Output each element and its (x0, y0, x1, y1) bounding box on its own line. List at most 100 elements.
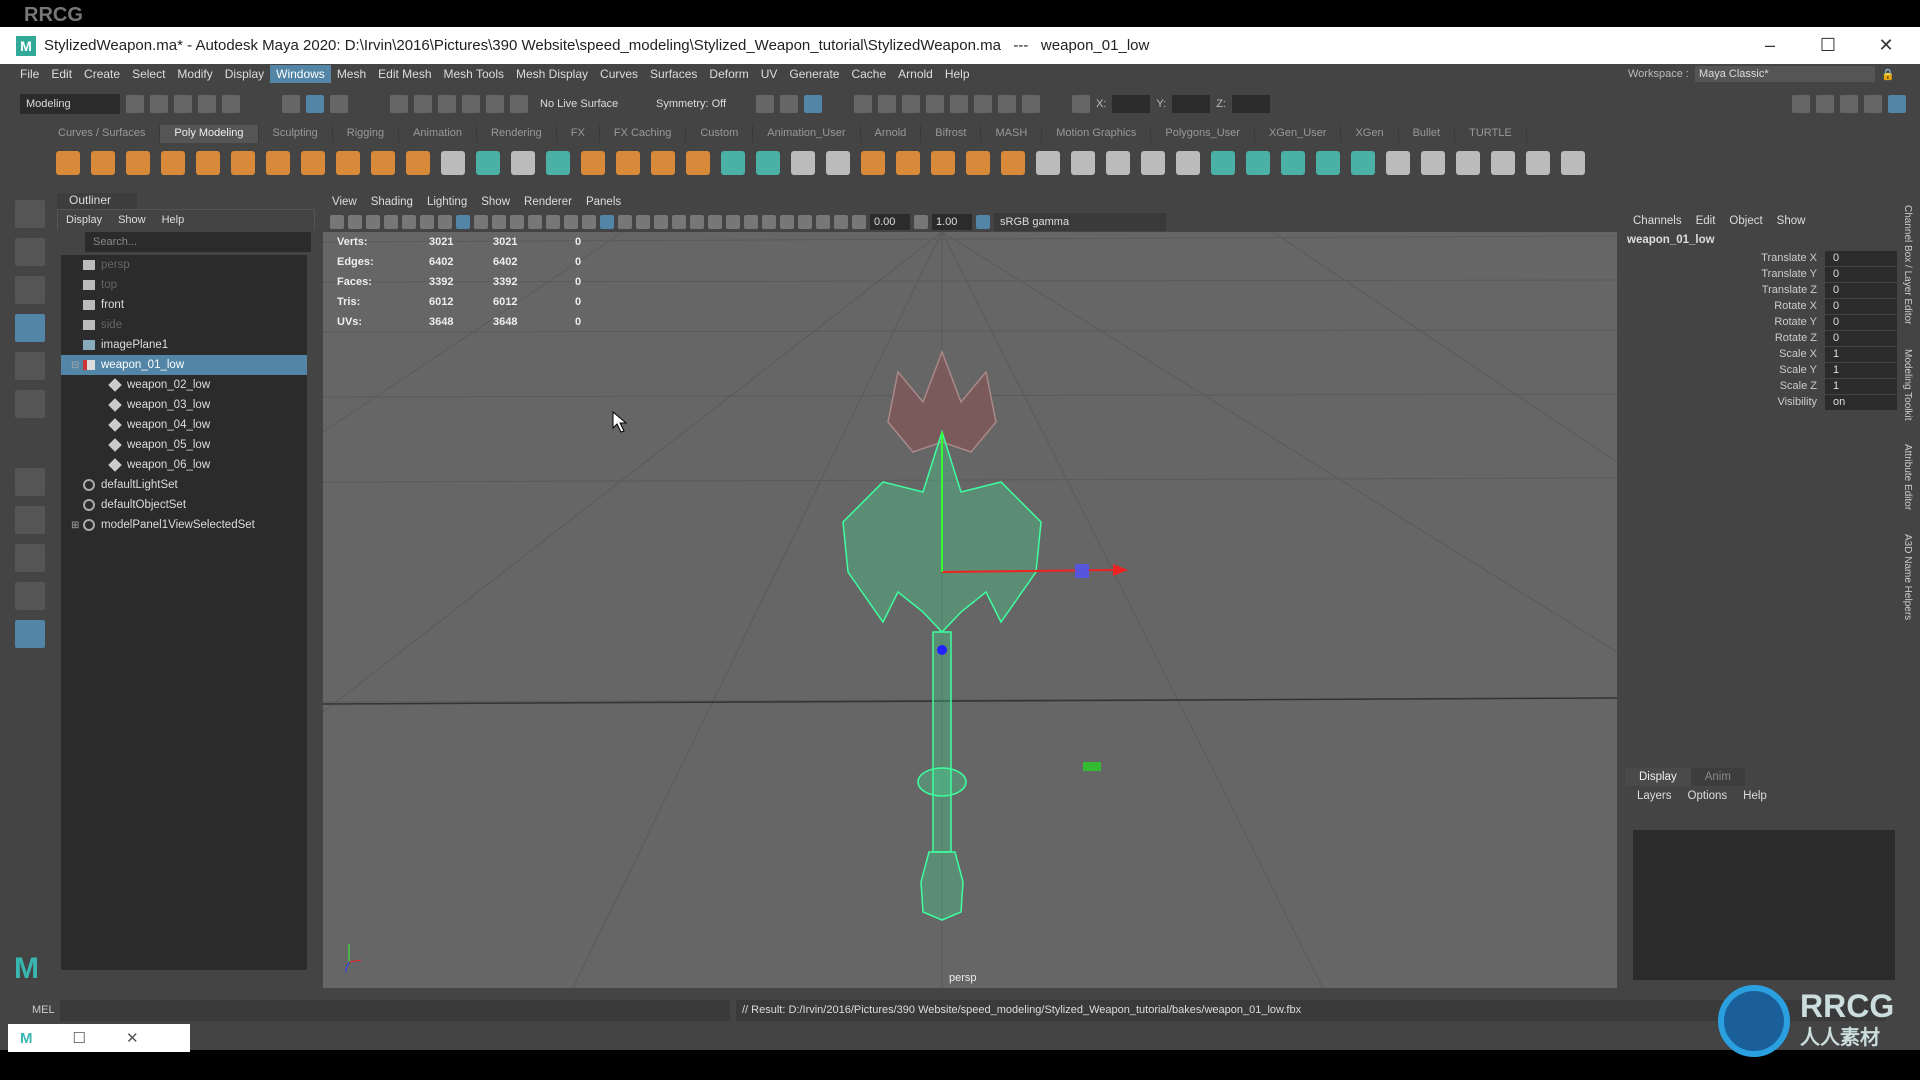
poly-cone-icon[interactable] (161, 151, 185, 175)
gamma-icon[interactable] (914, 215, 928, 229)
gamma-field[interactable]: 1.00 (932, 214, 972, 230)
maximize-button[interactable]: ☐ (1799, 27, 1857, 64)
command-input[interactable] (60, 1000, 730, 1021)
close-button[interactable]: ✕ (1857, 27, 1915, 64)
resolution-gate-icon[interactable] (492, 215, 506, 229)
pause-icon[interactable] (1022, 95, 1040, 113)
outliner-item[interactable]: ⊟ weapon_01_low (61, 355, 307, 375)
shelf-tab[interactable]: Polygons_User (1151, 125, 1255, 143)
shelf-tab[interactable]: Arnold (861, 125, 922, 143)
depth-of-field-icon[interactable] (762, 215, 776, 229)
safe-action-icon[interactable] (546, 215, 560, 229)
shelf-tab[interactable]: Curves / Surfaces (44, 125, 161, 143)
move-manipulator-z-handle[interactable] (937, 645, 947, 655)
2d-pan-zoom-icon[interactable] (420, 215, 434, 229)
gate-mask-icon[interactable] (510, 215, 524, 229)
isolate-select-icon[interactable] (780, 215, 794, 229)
menu-mesh-display[interactable]: Mesh Display (510, 65, 594, 83)
symmetry-dropdown[interactable]: Symmetry: Off (650, 94, 750, 114)
outliner-item[interactable]: defaultLightSet (61, 475, 307, 495)
x-field[interactable] (1112, 95, 1151, 113)
hypershade-icon[interactable] (950, 95, 968, 113)
snap-point-icon[interactable] (438, 95, 456, 113)
script-language-toggle[interactable]: MEL (32, 1004, 55, 1016)
wireframe-icon[interactable] (582, 215, 596, 229)
outliner-item[interactable]: ⊞ modelPanel1ViewSelectedSet (61, 515, 307, 535)
scale-tool-icon[interactable] (15, 390, 45, 418)
color-management-icon[interactable] (976, 215, 990, 229)
select-hierarchy-icon[interactable] (282, 95, 300, 113)
arnold-render-icon[interactable] (998, 95, 1016, 113)
layer-menu-layers[interactable]: Layers (1637, 790, 1672, 802)
poly-text-icon[interactable] (371, 151, 395, 175)
camera-lock-icon[interactable] (348, 215, 362, 229)
menu-edit-mesh[interactable]: Edit Mesh (372, 65, 437, 83)
anti-aliasing-icon[interactable] (744, 215, 758, 229)
menu-cache[interactable]: Cache (845, 65, 892, 83)
paint-select-tool-icon[interactable] (15, 276, 45, 304)
field-chart-icon[interactable] (528, 215, 542, 229)
channel-name[interactable]: Translate Z (1625, 284, 1825, 296)
script-mel-icon[interactable] (1526, 151, 1550, 175)
grease-pencil-icon[interactable] (438, 215, 452, 229)
cut-uv-icon[interactable] (1001, 151, 1025, 175)
channel-name[interactable]: Rotate X (1625, 300, 1825, 312)
transform-mode-icon[interactable] (1072, 95, 1090, 113)
single-perspective-layout-icon[interactable] (15, 506, 45, 534)
shelf-tab-poly-modeling[interactable]: Poly Modeling (160, 125, 259, 143)
xray-components-icon[interactable] (834, 215, 848, 229)
tool-settings-icon[interactable] (1864, 95, 1882, 113)
shelf-tab[interactable]: Animation (399, 125, 478, 143)
poly-plane-icon[interactable] (231, 151, 255, 175)
uv-editor-icon[interactable] (931, 151, 955, 175)
layer-menu-help[interactable]: Help (1743, 790, 1767, 802)
menu-file[interactable]: File (14, 65, 45, 83)
viewport-menu-lighting[interactable]: Lighting (427, 196, 467, 208)
outliner-menu-show[interactable]: Show (118, 214, 146, 226)
close-icon[interactable]: ✕ (126, 1029, 139, 1047)
persp-outliner-layout-icon[interactable] (15, 582, 45, 610)
poly-torus-icon[interactable] (196, 151, 220, 175)
viewport-menu-panels[interactable]: Panels (586, 196, 621, 208)
snap-live-icon[interactable] (486, 95, 504, 113)
weld-icon[interactable] (1456, 151, 1480, 175)
outliner-menu-help[interactable]: Help (162, 214, 185, 226)
render-settings-icon[interactable] (926, 95, 944, 113)
shelf-tab[interactable]: Bullet (1399, 125, 1456, 143)
four-view-layout-icon[interactable] (15, 544, 45, 572)
wireframe-on-shaded-icon[interactable] (636, 215, 650, 229)
viewport-menu-shading[interactable]: Shading (371, 196, 413, 208)
channel-menu-edit[interactable]: Edit (1696, 215, 1716, 227)
platonic-solid-icon[interactable] (301, 151, 325, 175)
channel-name[interactable]: Visibility (1625, 396, 1825, 408)
xray-joints-icon[interactable] (816, 215, 830, 229)
channel-name[interactable]: Translate X (1625, 252, 1825, 264)
fill-hole-icon[interactable] (721, 151, 745, 175)
retopology-icon[interactable] (1351, 151, 1375, 175)
poly-cube-icon[interactable] (91, 151, 115, 175)
viewport-menu-show[interactable]: Show (481, 196, 510, 208)
channel-name[interactable]: Translate Y (1625, 268, 1825, 280)
ipr-render-icon[interactable] (902, 95, 920, 113)
shadows-icon[interactable] (690, 215, 704, 229)
quad-draw-icon[interactable] (1316, 151, 1340, 175)
automatic-uv-icon[interactable] (896, 151, 920, 175)
screen-space-ao-icon[interactable] (708, 215, 722, 229)
lock-icon[interactable]: 🔒 (1881, 68, 1895, 81)
shelf-tab[interactable]: Rendering (477, 125, 557, 143)
viewport-menu-view[interactable]: View (332, 196, 357, 208)
shelf-tab[interactable]: Rigging (333, 125, 400, 143)
exposure-icon[interactable] (852, 215, 866, 229)
snap-vertex-icon[interactable] (510, 95, 528, 113)
outliner-item[interactable]: weapon_03_low (61, 395, 307, 415)
menu-uv[interactable]: UV (755, 65, 784, 83)
channel-value[interactable]: on (1825, 394, 1897, 410)
boolean-icon[interactable] (546, 151, 570, 175)
channel-menu-show[interactable]: Show (1777, 215, 1806, 227)
outliner-item[interactable]: front (61, 295, 307, 315)
smooth-shade-icon[interactable] (600, 215, 614, 229)
channel-name[interactable]: Scale Y (1625, 364, 1825, 376)
snap-view-plane-icon[interactable] (462, 95, 480, 113)
move-manipulator-plane-handle[interactable] (1075, 564, 1089, 578)
rotate-tool-icon[interactable] (15, 352, 45, 380)
